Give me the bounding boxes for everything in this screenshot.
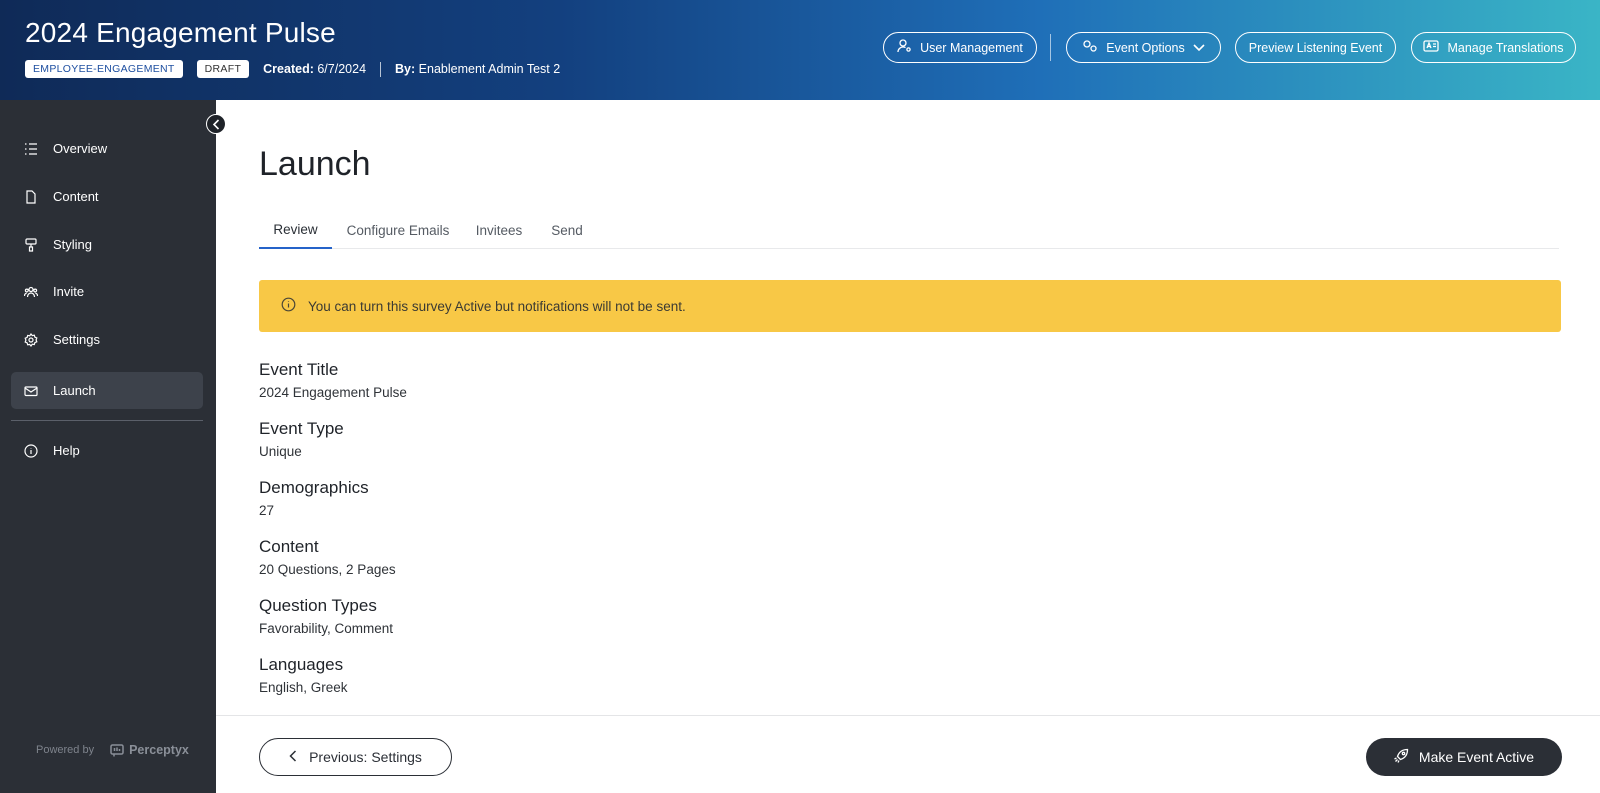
- field-value: 2024 Engagement Pulse: [259, 385, 407, 400]
- sidebar-item-label: Content: [53, 189, 99, 204]
- sidebar-item-label: Help: [53, 443, 80, 458]
- perceptyx-logo-icon: [110, 743, 124, 756]
- powered-by-label: Powered by: [36, 744, 95, 756]
- author-name: Enablement Admin Test 2: [418, 62, 561, 76]
- meta-divider: [380, 61, 382, 77]
- sidebar-item-overview[interactable]: Overview: [11, 130, 203, 167]
- field-label: Content: [259, 537, 319, 556]
- info-icon: [24, 443, 38, 458]
- gear-icon: [24, 332, 38, 347]
- previous-settings-button[interactable]: Previous: Settings: [259, 738, 452, 776]
- created-info: Created: 6/7/2024: [263, 62, 366, 76]
- author-info: By: Enablement Admin Test 2: [395, 62, 560, 76]
- paint-roller-icon: [25, 237, 37, 252]
- collapse-sidebar-button[interactable]: [206, 114, 226, 134]
- sidebar-item-label: Styling: [53, 237, 93, 252]
- document-icon: [26, 189, 36, 204]
- list-icon: [25, 142, 37, 155]
- field-event-type: Event Type Unique: [259, 419, 344, 459]
- rocket-icon: [1394, 748, 1409, 766]
- chevron-left-icon: [212, 118, 220, 130]
- preview-label: Preview Listening Event: [1248, 40, 1383, 55]
- chevron-left-icon: [289, 749, 297, 765]
- field-value: Unique: [259, 444, 302, 459]
- make-event-active-button[interactable]: Make Event Active: [1366, 738, 1562, 776]
- sidebar-item-invite[interactable]: Invite: [11, 273, 203, 310]
- brand-name: Perceptyx: [129, 743, 189, 757]
- sidebar-item-settings[interactable]: Settings: [11, 321, 203, 358]
- sidebar-item-label: Invite: [53, 284, 85, 299]
- sidebar: Overview Content Styling Invite Settings…: [0, 100, 216, 793]
- app-header: 2024 Engagement Pulse EMPLOYEE-ENGAGEMEN…: [0, 0, 1600, 100]
- make-active-label: Make Event Active: [1418, 749, 1535, 765]
- chevron-down-icon: [1193, 41, 1205, 55]
- manage-translations-label: Manage Translations: [1447, 40, 1564, 55]
- powered-by: Powered by Perceptyx: [36, 743, 189, 757]
- field-content: Content 20 Questions, 2 Pages: [259, 537, 396, 577]
- footer-bar: Previous: Settings Make Event Active: [216, 715, 1600, 793]
- previous-label: Previous: Settings: [309, 749, 422, 765]
- sidebar-item-label: Overview: [53, 141, 108, 156]
- event-title: 2024 Engagement Pulse: [25, 17, 336, 48]
- user-management-label: User Management: [920, 40, 1023, 55]
- field-value: 27: [259, 503, 275, 518]
- sidebar-divider: [11, 420, 203, 421]
- field-label: Event Type: [259, 419, 344, 438]
- field-label: Languages: [259, 655, 344, 674]
- sidebar-item-label: Settings: [53, 332, 100, 347]
- category-tag: EMPLOYEE-ENGAGEMENT: [25, 60, 183, 78]
- by-label: By:: [395, 62, 416, 76]
- sidebar-item-help[interactable]: Help: [11, 432, 203, 469]
- page-title: Launch: [259, 145, 371, 183]
- users-icon: [24, 286, 38, 297]
- sidebar-item-styling[interactable]: Styling: [11, 226, 203, 263]
- event-options-label: Event Options: [1106, 40, 1185, 55]
- field-value: 20 Questions, 2 Pages: [259, 562, 396, 577]
- header-divider: [1050, 34, 1051, 61]
- translation-icon: [1423, 40, 1440, 55]
- preview-listening-event-button[interactable]: Preview Listening Event: [1235, 32, 1396, 63]
- field-label: Demographics: [259, 478, 369, 497]
- field-label: Event Title: [259, 360, 339, 379]
- tab-bar: Review Configure Emails Invitees Send: [259, 212, 1559, 249]
- created-label: Created:: [263, 62, 314, 76]
- manage-translations-button[interactable]: Manage Translations: [1411, 32, 1576, 63]
- tab-review[interactable]: Review: [259, 212, 332, 249]
- tab-invitees[interactable]: Invitees: [473, 212, 525, 249]
- tab-configure-emails[interactable]: Configure Emails: [345, 212, 451, 249]
- user-gear-icon: [897, 39, 912, 56]
- field-value: English, Greek: [259, 680, 348, 695]
- warning-alert: You can turn this survey Active but noti…: [259, 280, 1561, 332]
- user-management-button[interactable]: User Management: [883, 32, 1037, 63]
- field-label: Question Types: [259, 596, 377, 615]
- event-meta: EMPLOYEE-ENGAGEMENT DRAFT Created: 6/7/2…: [25, 60, 560, 78]
- sidebar-item-content[interactable]: Content: [11, 178, 203, 215]
- field-event-title: Event Title 2024 Engagement Pulse: [259, 360, 407, 400]
- field-question-types: Question Types Favorability, Comment: [259, 596, 393, 636]
- info-icon: [281, 297, 296, 315]
- sidebar-item-launch[interactable]: Launch: [11, 372, 203, 409]
- field-demographics: Demographics 27: [259, 478, 369, 518]
- brand-logo: Perceptyx: [110, 743, 189, 757]
- envelope-icon: [24, 385, 38, 396]
- tab-send[interactable]: Send: [547, 212, 587, 249]
- gears-icon: [1082, 39, 1098, 56]
- status-badge: DRAFT: [196, 60, 250, 78]
- alert-message: You can turn this survey Active but noti…: [308, 298, 686, 314]
- field-value: Favorability, Comment: [259, 621, 394, 636]
- field-languages: Languages English, Greek: [259, 655, 348, 695]
- main-content: Launch Review Configure Emails Invitees …: [216, 100, 1600, 715]
- sidebar-item-label: Launch: [53, 383, 96, 398]
- event-options-dropdown[interactable]: Event Options: [1066, 32, 1221, 63]
- created-date: 6/7/2024: [317, 62, 367, 76]
